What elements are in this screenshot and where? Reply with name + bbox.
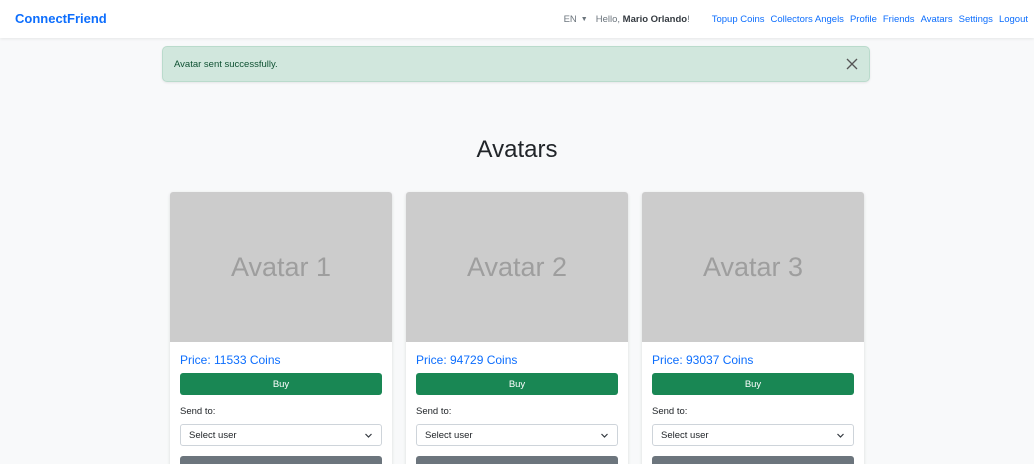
nav-link-profile[interactable]: Profile bbox=[850, 14, 877, 25]
nav-right: EN ▼ Hello, Mario Orlando! Topup Coins C… bbox=[564, 0, 1028, 38]
select-value: Select user bbox=[425, 429, 473, 441]
avatar-image: Avatar 3 bbox=[642, 192, 864, 342]
send-to-label: Send to: bbox=[652, 406, 688, 417]
nav-link-topup-coins[interactable]: Topup Coins bbox=[712, 14, 765, 25]
language-label: EN bbox=[563, 13, 577, 25]
nav-link-settings[interactable]: Settings bbox=[959, 14, 993, 25]
alert-message: Avatar sent successfully. bbox=[174, 58, 278, 70]
send-to-label: Send to: bbox=[416, 406, 452, 417]
user-name: Mario Orlando bbox=[622, 13, 688, 25]
select-value: Select user bbox=[189, 429, 237, 441]
avatar-price: Price: 93037 Coins bbox=[652, 353, 754, 367]
chevron-down-icon bbox=[365, 433, 372, 438]
send-button[interactable] bbox=[180, 456, 382, 464]
success-alert: Avatar sent successfully. bbox=[162, 46, 870, 82]
user-select[interactable]: Select user bbox=[416, 424, 618, 446]
buy-button[interactable]: Buy bbox=[416, 373, 618, 395]
nav-link-friends[interactable]: Friends bbox=[883, 14, 915, 25]
avatar-card: Avatar 2 Price: 94729 Coins Buy Send to:… bbox=[406, 192, 628, 464]
nav-link-collectors-angels[interactable]: Collectors Angels bbox=[771, 14, 844, 25]
send-button[interactable] bbox=[652, 456, 854, 464]
select-value: Select user bbox=[661, 429, 709, 441]
navbar: ConnectFriend EN ▼ Hello, Mario Orlando!… bbox=[0, 0, 1034, 38]
greeting: Hello, Mario Orlando! bbox=[596, 14, 690, 25]
buy-button[interactable]: Buy bbox=[180, 373, 382, 395]
nav-link-avatars[interactable]: Avatars bbox=[921, 14, 953, 25]
buy-button[interactable]: Buy bbox=[652, 373, 854, 395]
send-button[interactable] bbox=[416, 456, 618, 464]
avatar-price: Price: 94729 Coins bbox=[416, 353, 518, 367]
greeting-suffix: ! bbox=[687, 13, 690, 25]
user-select[interactable]: Select user bbox=[652, 424, 854, 446]
close-icon[interactable] bbox=[843, 55, 861, 73]
avatar-image: Avatar 1 bbox=[170, 192, 392, 342]
greeting-prefix: Hello, bbox=[595, 13, 623, 25]
avatar-image: Avatar 2 bbox=[406, 192, 628, 342]
send-to-label: Send to: bbox=[180, 406, 216, 417]
chevron-down-icon bbox=[601, 433, 608, 438]
language-dropdown[interactable]: EN ▼ bbox=[564, 14, 588, 25]
nav-link-logout[interactable]: Logout bbox=[999, 14, 1028, 25]
user-select[interactable]: Select user bbox=[180, 424, 382, 446]
avatar-price: Price: 11533 Coins bbox=[180, 353, 281, 367]
caret-down-icon: ▼ bbox=[580, 15, 588, 23]
chevron-down-icon bbox=[837, 433, 844, 438]
page-title: Avatars bbox=[476, 136, 558, 163]
avatar-card: Avatar 3 Price: 93037 Coins Buy Send to:… bbox=[642, 192, 864, 464]
brand-logo[interactable]: ConnectFriend bbox=[15, 11, 107, 26]
avatar-card: Avatar 1 Price: 11533 Coins Buy Send to:… bbox=[170, 192, 392, 464]
